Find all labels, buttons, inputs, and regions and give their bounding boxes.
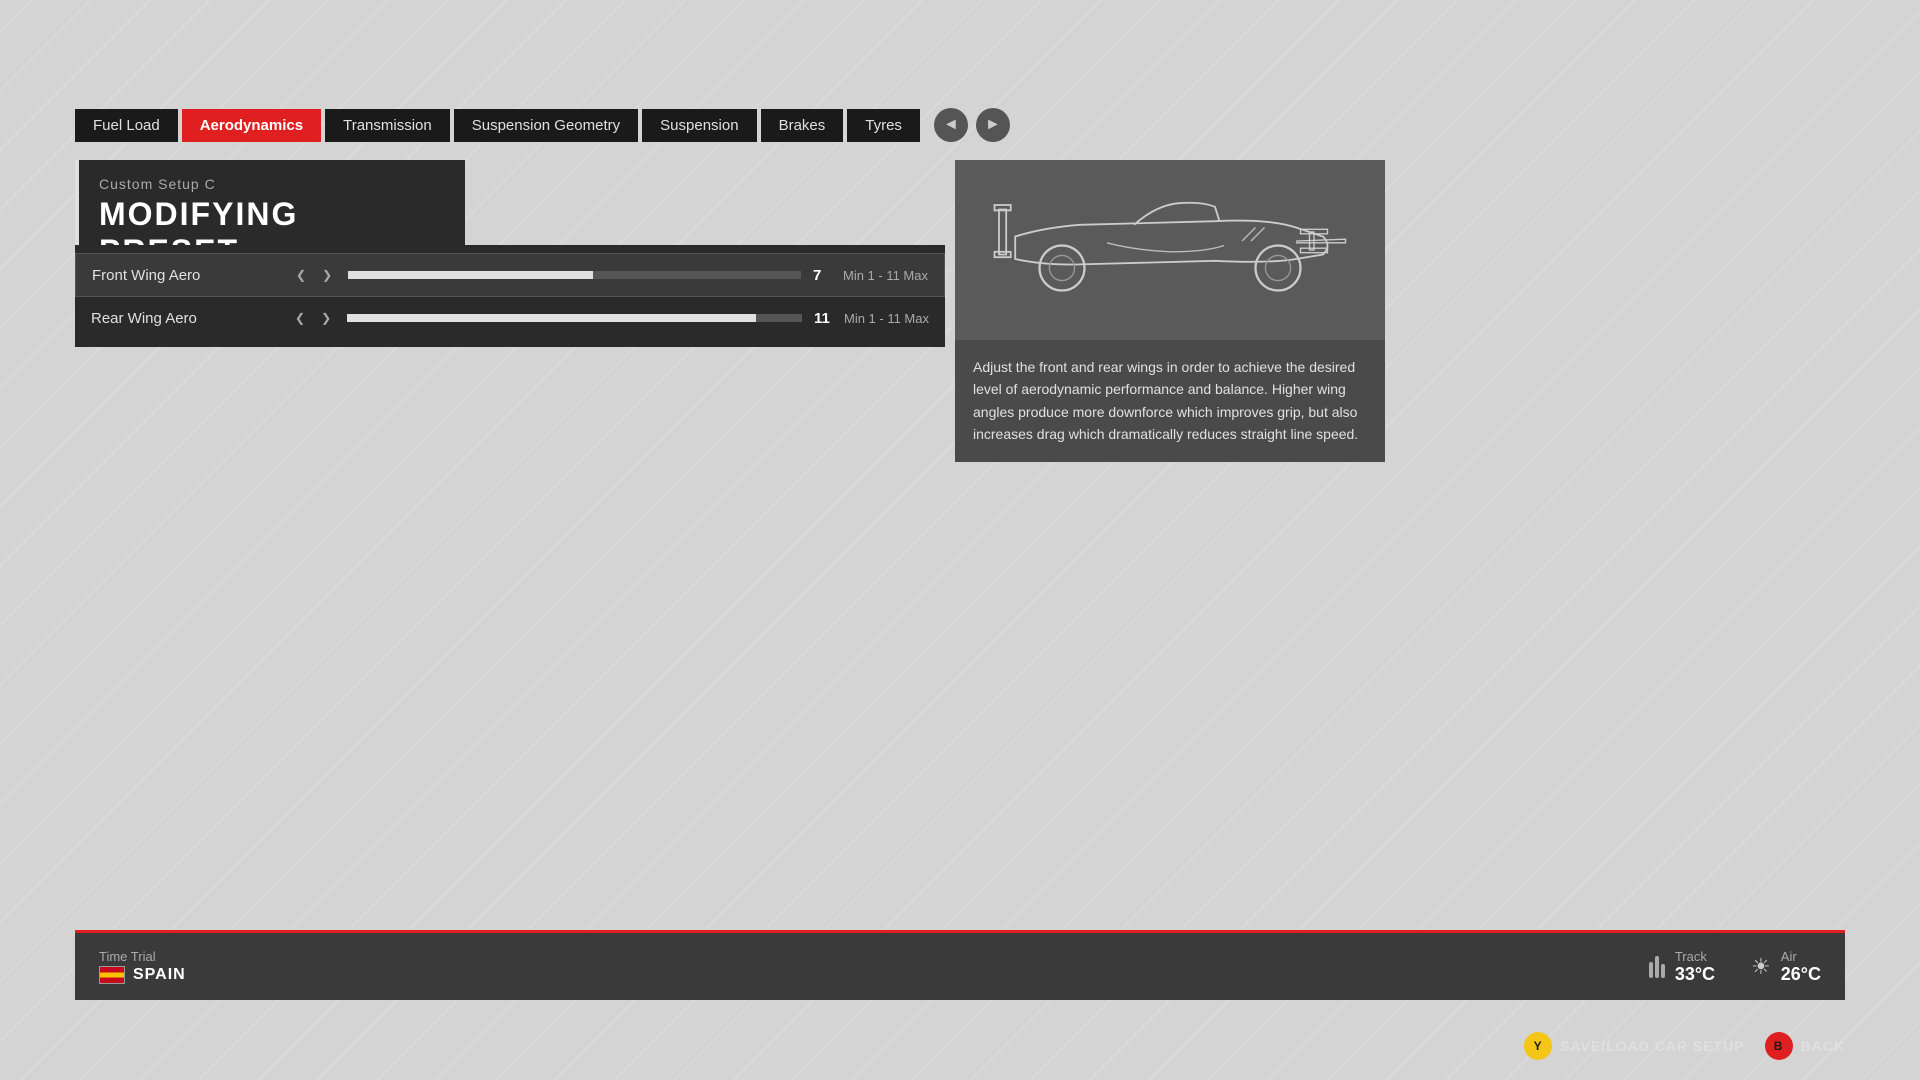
back-label: BACK bbox=[1801, 1038, 1845, 1054]
save-load-label: SAVE/LOAD CAR SETUP bbox=[1560, 1038, 1744, 1054]
slider-fill-rear-wing bbox=[347, 314, 756, 322]
slider-rear-wing[interactable] bbox=[347, 314, 802, 322]
spain-flag bbox=[99, 966, 125, 984]
slider-fill-front-wing bbox=[348, 271, 593, 279]
air-temp-label-group: Air 26°C bbox=[1781, 949, 1821, 985]
status-left: Time Trial SPAIN bbox=[99, 949, 186, 984]
b-button-circle: B bbox=[1765, 1032, 1793, 1060]
nav-icon-group: ◄ ► bbox=[934, 108, 1010, 142]
status-right: Track 33°C ☀ Air 26°C bbox=[1649, 949, 1821, 985]
setting-controls-rear-wing: ❮ ❯ 11 bbox=[291, 309, 844, 327]
status-bar: Time Trial SPAIN Track 33°C bbox=[75, 930, 1845, 1000]
back-button[interactable]: B BACK bbox=[1765, 1032, 1845, 1060]
setting-name-rear-wing: Rear Wing Aero bbox=[91, 310, 291, 327]
tab-fuel-load[interactable]: Fuel Load bbox=[75, 109, 178, 142]
tab-transmission[interactable]: Transmission bbox=[325, 109, 450, 142]
info-description: Adjust the front and rear wings in order… bbox=[955, 340, 1385, 462]
nav-tabs: Fuel Load Aerodynamics Transmission Susp… bbox=[75, 108, 1010, 142]
decrement-rear-wing[interactable]: ❮ bbox=[291, 309, 309, 327]
increment-front-wing[interactable]: ❯ bbox=[318, 266, 336, 284]
setting-row-front-wing[interactable]: Front Wing Aero ❮ ❯ 7 Min 1 - 11 Max bbox=[75, 253, 945, 297]
air-label: Air bbox=[1781, 949, 1821, 964]
value-rear-wing: 11 bbox=[814, 310, 844, 327]
range-rear-wing: Min 1 - 11 Max bbox=[844, 311, 929, 326]
tab-suspension-geometry[interactable]: Suspension Geometry bbox=[454, 109, 638, 142]
car-svg bbox=[990, 175, 1350, 325]
track-temp-value: 33°C bbox=[1675, 964, 1715, 985]
increment-rear-wing[interactable]: ❯ bbox=[317, 309, 335, 327]
tab-brakes[interactable]: Brakes bbox=[761, 109, 844, 142]
tab-aerodynamics[interactable]: Aerodynamics bbox=[182, 109, 321, 142]
slider-front-wing[interactable] bbox=[348, 271, 801, 279]
range-front-wing: Min 1 - 11 Max bbox=[843, 268, 928, 283]
setting-row-rear-wing[interactable]: Rear Wing Aero ❮ ❯ 11 Min 1 - 11 Max bbox=[75, 297, 945, 339]
decrement-front-wing[interactable]: ❮ bbox=[292, 266, 310, 284]
heat-waves-icon bbox=[1649, 956, 1665, 978]
car-diagram bbox=[955, 160, 1385, 340]
air-temp-value: 26°C bbox=[1781, 964, 1821, 985]
next-icon[interactable]: ► bbox=[976, 108, 1010, 142]
sun-icon: ☀ bbox=[1751, 954, 1771, 980]
setting-name-front-wing: Front Wing Aero bbox=[92, 267, 292, 284]
value-front-wing: 7 bbox=[813, 267, 843, 284]
track-temp-label-group: Track 33°C bbox=[1675, 949, 1715, 985]
tab-suspension[interactable]: Suspension bbox=[642, 109, 756, 142]
setup-subtitle: Custom Setup C bbox=[99, 176, 445, 192]
track-temp-item: Track 33°C bbox=[1649, 949, 1715, 985]
location-label: SPAIN bbox=[133, 966, 186, 984]
setting-controls-front-wing: ❮ ❯ 7 bbox=[292, 266, 843, 284]
status-location: SPAIN bbox=[99, 966, 186, 984]
tab-tyres[interactable]: Tyres bbox=[847, 109, 920, 142]
prev-icon[interactable]: ◄ bbox=[934, 108, 968, 142]
settings-panel: Front Wing Aero ❮ ❯ 7 Min 1 - 11 Max Rea… bbox=[75, 245, 945, 347]
main-container: Fuel Load Aerodynamics Transmission Susp… bbox=[0, 0, 1920, 1080]
status-mode: Time Trial bbox=[99, 949, 186, 964]
track-label: Track bbox=[1675, 949, 1715, 964]
save-load-button[interactable]: Y SAVE/LOAD CAR SETUP bbox=[1524, 1032, 1744, 1060]
y-button-circle: Y bbox=[1524, 1032, 1552, 1060]
air-temp-item: ☀ Air 26°C bbox=[1751, 949, 1821, 985]
action-bar: Y SAVE/LOAD CAR SETUP B BACK bbox=[1524, 1032, 1845, 1060]
info-panel: Adjust the front and rear wings in order… bbox=[955, 160, 1385, 462]
